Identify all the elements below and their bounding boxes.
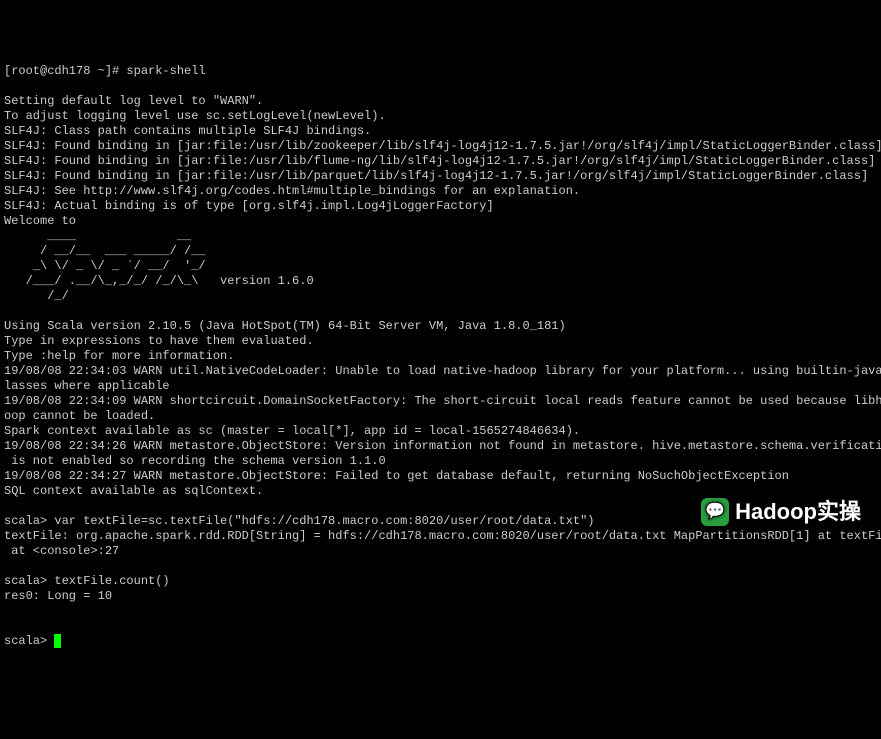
terminal-line: Spark context available as sc (master = …: [4, 424, 877, 439]
terminal-line: / __/__ ___ _____/ /__: [4, 244, 877, 259]
terminal-line: 19/08/08 22:34:03 WARN util.NativeCodeLo…: [4, 364, 877, 379]
watermark: 💬 Hadoop实操: [701, 498, 861, 526]
terminal-line: Welcome to: [4, 214, 877, 229]
terminal-line: SLF4J: Actual binding is of type [org.sl…: [4, 199, 877, 214]
terminal-line: SLF4J: Found binding in [jar:file:/usr/l…: [4, 139, 877, 154]
watermark-text: Hadoop实操: [735, 498, 861, 526]
terminal-line: res0: Long = 10: [4, 589, 877, 604]
terminal-line: Using Scala version 2.10.5 (Java HotSpot…: [4, 319, 877, 334]
terminal-line: oop cannot be loaded.: [4, 409, 877, 424]
terminal-line: SQL context available as sqlContext.: [4, 484, 877, 499]
terminal-line: at <console>:27: [4, 544, 877, 559]
terminal-line: SLF4J: Found binding in [jar:file:/usr/l…: [4, 154, 877, 169]
cursor: [54, 634, 61, 648]
wechat-icon: 💬: [701, 498, 729, 526]
terminal-line: Type in expressions to have them evaluat…: [4, 334, 877, 349]
terminal-line: SLF4J: Found binding in [jar:file:/usr/l…: [4, 169, 877, 184]
terminal-line: 19/08/08 22:34:26 WARN metastore.ObjectS…: [4, 439, 877, 454]
terminal-line: 19/08/08 22:34:09 WARN shortcircuit.Doma…: [4, 394, 877, 409]
terminal-line: [4, 304, 877, 319]
terminal-line: [4, 559, 877, 574]
terminal-line: [4, 604, 877, 619]
terminal-line: is not enabled so recording the schema v…: [4, 454, 877, 469]
scala-prompt[interactable]: scala>: [4, 634, 54, 648]
terminal-line: 19/08/08 22:34:27 WARN metastore.ObjectS…: [4, 469, 877, 484]
terminal-line: /___/ .__/\_,_/_/ /_/\_\ version 1.6.0: [4, 274, 877, 289]
terminal-line: To adjust logging level use sc.setLogLev…: [4, 109, 877, 124]
terminal-line: Setting default log level to "WARN".: [4, 94, 877, 109]
terminal-line: Type :help for more information.: [4, 349, 877, 364]
terminal-prompt: [root@cdh178 ~]# spark-shell: [4, 64, 877, 79]
terminal-line: _\ \/ _ \/ _ `/ __/ '_/: [4, 259, 877, 274]
terminal-line: SLF4J: See http://www.slf4j.org/codes.ht…: [4, 184, 877, 199]
terminal-line: SLF4J: Class path contains multiple SLF4…: [4, 124, 877, 139]
terminal-line: scala> textFile.count(): [4, 574, 877, 589]
terminal-line: lasses where applicable: [4, 379, 877, 394]
terminal-output: Setting default log level to "WARN".To a…: [4, 94, 877, 619]
terminal-line: ____ __: [4, 229, 877, 244]
terminal-line: /_/: [4, 289, 877, 304]
terminal-line: textFile: org.apache.spark.rdd.RDD[Strin…: [4, 529, 877, 544]
